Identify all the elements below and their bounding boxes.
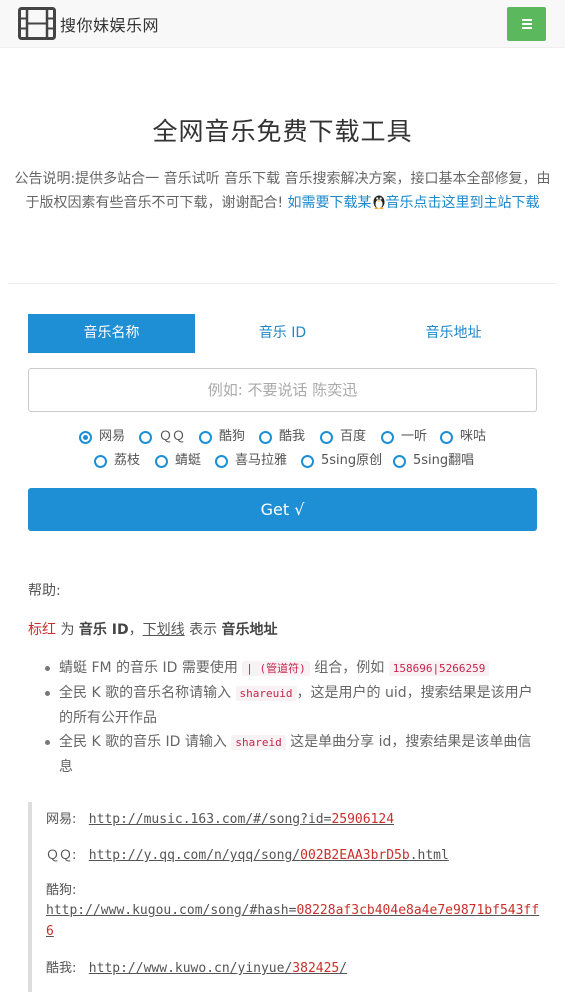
example-netease: 网易: http://music.163.com/#/song?id=25906… <box>46 812 395 827</box>
section-divider <box>8 283 557 284</box>
radio-icon <box>381 431 394 444</box>
main-site-download-link[interactable]: 如需要下载某 音乐点击这里到主站下载 <box>288 195 540 211</box>
brand-name[interactable]: 搜你妹娱乐网 <box>60 12 159 36</box>
radio-icon <box>94 455 107 468</box>
help-legend: 标红 为 音乐 ID，下划线 表示 音乐地址 <box>28 622 278 638</box>
film-strip-icon[interactable] <box>18 7 56 40</box>
radio-icon <box>259 431 272 444</box>
list-item: 全民 K 歌的音乐 ID 请输入 shareid 这是单曲分享 id，搜索结果是… <box>45 730 540 779</box>
example-url: http://y.qq.com/n/yqq/song/002B2EAA3brD5… <box>88 848 449 863</box>
tab-music-name[interactable]: 音乐名称 <box>28 314 195 353</box>
example-url: http://www.kugou.com/song/#hash=08228af3… <box>46 903 540 939</box>
hamburger-menu-icon <box>522 19 532 21</box>
radio-icon <box>393 455 406 468</box>
radio-icon <box>155 455 168 468</box>
radio-icon <box>440 431 453 444</box>
top-navbar: 搜你妹娱乐网 <box>0 0 565 48</box>
radio-icon <box>301 455 314 468</box>
radio-selected-icon <box>79 431 92 444</box>
url-examples: 网易: http://music.163.com/#/song?id=25906… <box>28 802 540 992</box>
radio-icon <box>139 431 152 444</box>
example-kugou-label: 酷狗: <box>46 883 77 898</box>
page-title: 全网音乐免费下载工具 <box>152 117 413 146</box>
get-button[interactable]: Get √ <box>28 488 537 531</box>
tab-music-id[interactable]: 音乐 ID <box>199 314 366 353</box>
list-item: 全民 K 歌的音乐名称请输入 shareuid ，这是用户的 uid，搜索结果是该… <box>45 681 540 730</box>
radio-icon <box>199 431 212 444</box>
help-tips-list: 蜻蜓 FM 的音乐 ID 需要使用 | (管道符) 组合，例如 158696|5… <box>45 656 540 779</box>
example-kuwo: 酷我: http://www.kuwo.cn/yinyue/382425/ <box>46 961 348 976</box>
hamburger-menu-button[interactable] <box>507 7 546 41</box>
announcement: 公告说明:提供多站合一 音乐试听 音乐下载 音乐搜索解决方案，接口基本全部修复，… <box>8 167 557 215</box>
penguin-icon <box>373 195 385 209</box>
search-input[interactable] <box>28 368 537 412</box>
list-item: 蜻蜓 FM 的音乐 ID 需要使用 | (管道符) 组合，例如 158696|5… <box>45 656 540 681</box>
example-url: http://music.163.com/#/song?id=25906124 <box>88 812 395 827</box>
example-qq: ＱＱ: http://y.qq.com/n/yqq/song/002B2EAA3… <box>46 848 449 863</box>
tab-music-url[interactable]: 音乐地址 <box>370 314 537 353</box>
example-url: http://www.kuwo.cn/yinyue/382425/ <box>88 961 348 976</box>
radio-icon <box>320 431 333 444</box>
radio-icon <box>215 455 228 468</box>
help-title: 帮助: <box>28 583 61 599</box>
